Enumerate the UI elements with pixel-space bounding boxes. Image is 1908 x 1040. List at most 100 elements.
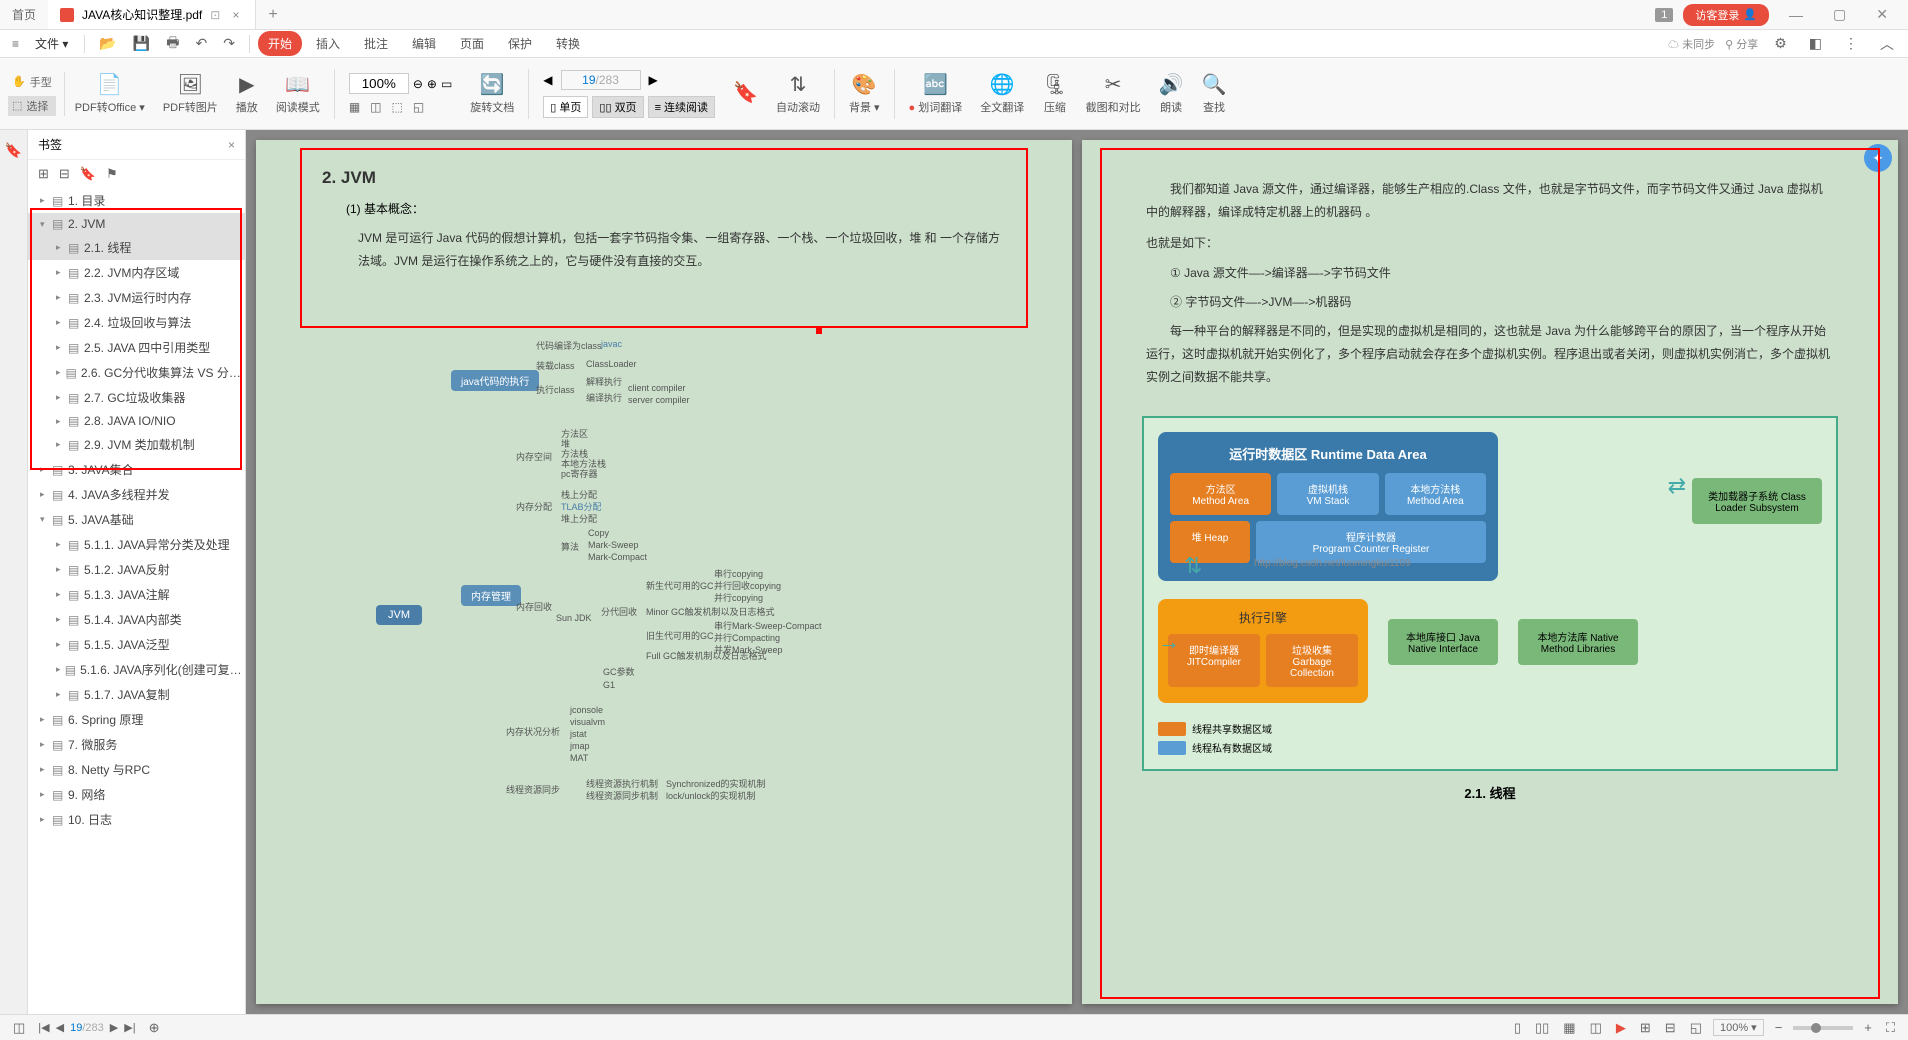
sb-view2-icon[interactable]: ▯▯ xyxy=(1532,1020,1552,1036)
bm-add-icon[interactable]: 🔖 xyxy=(80,166,96,182)
prev-page-icon[interactable]: ◀ xyxy=(543,73,552,87)
bookmark-item[interactable]: ▸▤2.7. GC垃圾收集器 xyxy=(28,385,245,410)
bookmark-item[interactable]: ▸▤2.8. JAVA IO/NIO xyxy=(28,410,245,432)
sync-status[interactable]: ☁ 未同步 xyxy=(1668,36,1715,52)
fit-visible-icon[interactable]: ◱ xyxy=(413,100,424,114)
bookmarks-close-icon[interactable]: × xyxy=(228,138,235,152)
autoscroll-button[interactable]: ⇅自动滚动 xyxy=(768,68,828,119)
menu-tab-convert[interactable]: 转换 xyxy=(546,31,590,56)
page-input[interactable]: 19/283 xyxy=(561,70,641,90)
bookmark-item[interactable]: ▸▤2.3. JVM运行时内存 xyxy=(28,285,245,310)
zoom-slider[interactable] xyxy=(1793,1026,1853,1030)
bookmark-item[interactable]: ▸▤2.4. 垃圾回收与算法 xyxy=(28,310,245,335)
settings-icon[interactable]: ⚙ xyxy=(1768,35,1793,52)
sb-zoom-in-icon[interactable]: + xyxy=(1861,1020,1875,1035)
tab-home[interactable]: 首页 xyxy=(0,0,48,29)
close-icon[interactable]: ✕ xyxy=(1866,6,1898,23)
bookmark-item[interactable]: ▸▤5.1.3. JAVA注解 xyxy=(28,582,245,607)
sb-zoom-out-icon[interactable]: − xyxy=(1772,1020,1786,1035)
fit-width-icon[interactable]: ▭ xyxy=(441,77,452,91)
collapse-icon[interactable]: ︿ xyxy=(1874,34,1900,54)
find-button[interactable]: 🔍查找 xyxy=(1194,68,1235,119)
share-button[interactable]: ⚲ 分享 xyxy=(1725,36,1758,52)
bookmark-item[interactable]: ▸▤2.1. 线程 xyxy=(28,235,245,260)
word-translate-button[interactable]: 🔤● 划词翻译 xyxy=(901,68,971,119)
menu-tab-protect[interactable]: 保护 xyxy=(498,31,542,56)
actual-size-icon[interactable]: ◫ xyxy=(370,100,381,114)
bookmark-item[interactable]: ▸▤5.1.6. JAVA序列化(创建可复用的Java对象) xyxy=(28,657,245,682)
more-icon[interactable]: ⋮ xyxy=(1838,35,1864,52)
continuous-button[interactable]: ≡ 连续阅读 xyxy=(648,96,715,118)
sb-grid1-icon[interactable]: ⊞ xyxy=(1637,1020,1654,1036)
undo-icon[interactable]: ↶ xyxy=(189,35,213,52)
minimize-icon[interactable]: — xyxy=(1779,7,1813,23)
bookmark-item[interactable]: ▸▤7. 微服务 xyxy=(28,732,245,757)
page-viewport[interactable]: 2. JVM (1) 基本概念： JVM 是可运行 Java 代码的假想计算机，… xyxy=(246,130,1908,1014)
bookmark-item[interactable]: ▸▤2.9. JVM 类加载机制 xyxy=(28,432,245,457)
fit-page-icon[interactable]: ▦ xyxy=(349,100,360,114)
pdf-to-image-button[interactable]: 🖼PDF转图片 xyxy=(155,68,226,119)
bookmark-item[interactable]: ▸▤3. JAVA集合 xyxy=(28,457,245,482)
sb-next-icon[interactable]: ▶ xyxy=(110,1021,118,1034)
sb-zoom[interactable]: 100% ▾ xyxy=(1713,1019,1764,1036)
sb-panel-icon[interactable]: ◫ xyxy=(10,1020,28,1036)
bookmark-item[interactable]: ▸▤5.1.5. JAVA泛型 xyxy=(28,632,245,657)
read-mode-button[interactable]: 📖阅读模式 xyxy=(268,68,328,119)
menu-tab-edit[interactable]: 编辑 xyxy=(402,31,446,56)
sb-first-icon[interactable]: |◀ xyxy=(38,1021,49,1034)
zoom-out-icon[interactable]: ⊖ xyxy=(413,77,423,91)
fit-icon[interactable]: ⬚ xyxy=(392,100,403,114)
play-button[interactable]: ▶播放 xyxy=(228,68,266,119)
menu-tab-insert[interactable]: 插入 xyxy=(306,31,350,56)
zoom-in-icon[interactable]: ⊕ xyxy=(427,77,437,91)
menu-tab-page[interactable]: 页面 xyxy=(450,31,494,56)
rotate-button[interactable]: 🔄旋转文档 xyxy=(462,68,522,119)
full-translate-button[interactable]: 🌐全文翻译 xyxy=(972,68,1032,119)
next-page-icon[interactable]: ▶ xyxy=(649,73,658,87)
sb-fit-icon[interactable]: ◱ xyxy=(1687,1020,1705,1036)
maximize-icon[interactable]: ▢ xyxy=(1823,6,1856,23)
menu-tab-annotate[interactable]: 批注 xyxy=(354,31,398,56)
bm-expand-icon[interactable]: ⊞ xyxy=(38,166,49,182)
print-icon[interactable]: 🖶 xyxy=(160,32,185,56)
sb-page-display[interactable]: 19/283 xyxy=(70,1022,104,1034)
bookmark-item[interactable]: ▸▤4. JAVA多线程并发 xyxy=(28,482,245,507)
bookmark-item[interactable]: ▸▤6. Spring 原理 xyxy=(28,707,245,732)
bookmark-item[interactable]: ▸▤10. 日志 xyxy=(28,807,245,832)
tab-close-icon[interactable]: × xyxy=(228,8,243,22)
sb-prev-icon[interactable]: ◀ xyxy=(56,1021,64,1034)
speak-button[interactable]: 🔊朗读 xyxy=(1151,68,1192,119)
bookmark-item[interactable]: ▸▤2.5. JAVA 四中引用类型 xyxy=(28,335,245,360)
bookmark-tool-button[interactable]: 🔖 xyxy=(725,76,766,111)
tab-pin-icon[interactable]: ⊡ xyxy=(210,8,220,22)
sb-target-icon[interactable]: ⊕ xyxy=(146,1020,163,1036)
redo-icon[interactable]: ↷ xyxy=(217,35,241,52)
select-tool[interactable]: ⬚ 选择 xyxy=(8,96,56,116)
bookmark-item[interactable]: ▸▤2.6. GC分代收集算法 VS 分区收集算法 xyxy=(28,360,245,385)
bookmark-item[interactable]: ▾▤2. JVM xyxy=(28,213,245,235)
double-page-button[interactable]: ▯▯ 双页 xyxy=(592,96,643,118)
sb-play-icon[interactable]: ▶ xyxy=(1613,1020,1629,1036)
pdf-to-office-button[interactable]: 📄PDF转Office ▾ xyxy=(67,68,153,119)
bookmark-item[interactable]: ▸▤8. Netty 与RPC xyxy=(28,757,245,782)
bookmark-item[interactable]: ▾▤5. JAVA基础 xyxy=(28,507,245,532)
tab-document[interactable]: JAVA核心知识整理.pdf ⊡ × xyxy=(48,0,256,29)
sb-view1-icon[interactable]: ▯ xyxy=(1511,1020,1524,1036)
bookmark-panel-icon[interactable]: 🔖 xyxy=(5,136,22,165)
bm-flag-icon[interactable]: ⚑ xyxy=(106,166,118,182)
skin-icon[interactable]: ◧ xyxy=(1803,35,1828,52)
menu-tab-start[interactable]: 开始 xyxy=(258,31,302,56)
bookmark-item[interactable]: ▸▤5.1.7. JAVA复制 xyxy=(28,682,245,707)
sb-last-icon[interactable]: ▶| xyxy=(124,1021,135,1034)
single-page-button[interactable]: ▯ 单页 xyxy=(543,96,588,118)
sb-fullscreen-icon[interactable]: ⛶ xyxy=(1883,1020,1898,1036)
bookmark-item[interactable]: ▸▤5.1.1. JAVA异常分类及处理 xyxy=(28,532,245,557)
bm-collapse-icon[interactable]: ⊟ xyxy=(59,166,70,182)
compress-button[interactable]: 🗜压缩 xyxy=(1034,68,1075,119)
save-icon[interactable]: 💾 xyxy=(127,35,156,52)
zoom-input[interactable] xyxy=(349,73,409,94)
crop-compare-button[interactable]: ✂截图和对比 xyxy=(1078,68,1149,119)
bookmark-item[interactable]: ▸▤9. 网络 xyxy=(28,782,245,807)
menu-file[interactable]: 文件 ▾ xyxy=(27,35,76,52)
sb-view4-icon[interactable]: ◫ xyxy=(1587,1020,1605,1036)
